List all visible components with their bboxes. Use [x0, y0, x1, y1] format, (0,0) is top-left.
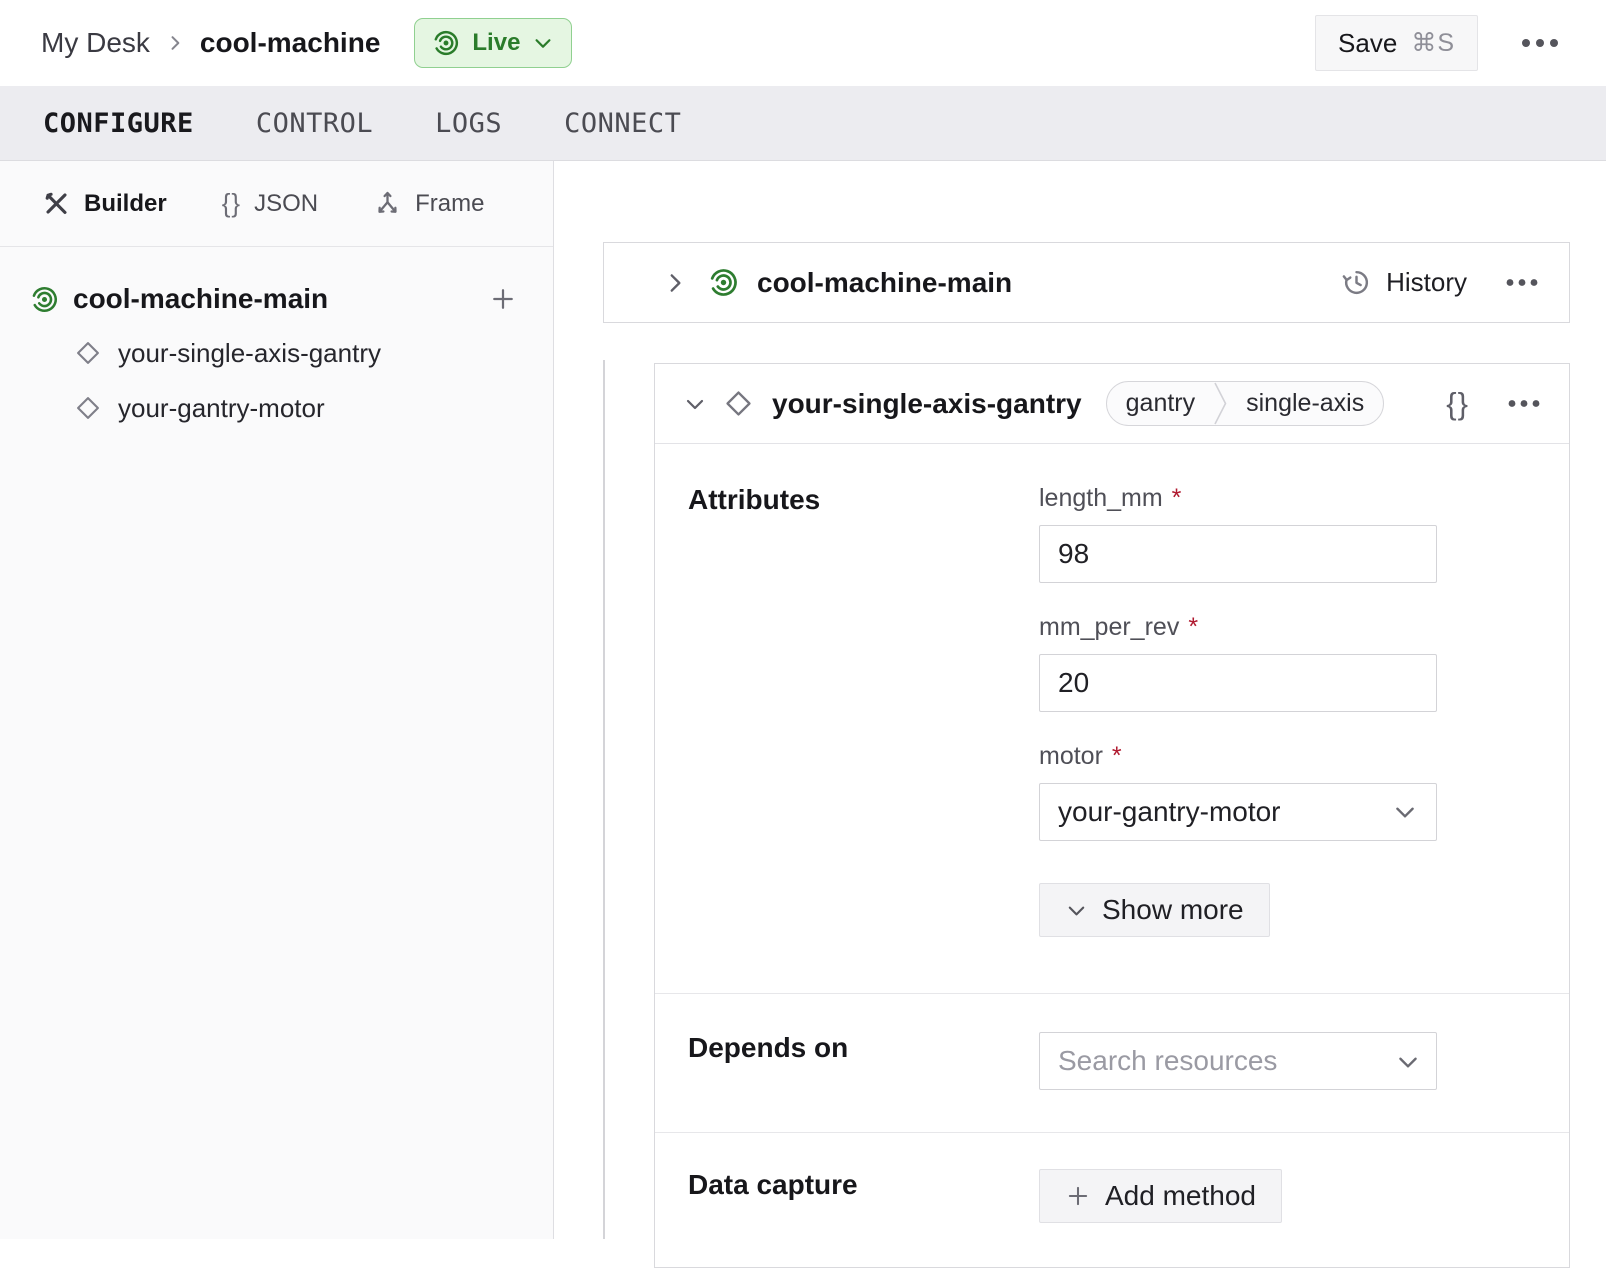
machine-part-card: cool-machine-main History: [603, 242, 1570, 323]
edit-json-button[interactable]: {}: [1440, 380, 1475, 428]
gantry-card-header: your-single-axis-gantry gantry single-ax…: [655, 364, 1569, 444]
depends-on-heading: Depends on: [655, 1032, 1039, 1090]
save-button-label: Save: [1338, 28, 1397, 59]
data-capture-heading: Data capture: [655, 1169, 1039, 1223]
gantry-card-menu-button[interactable]: [1501, 393, 1547, 414]
frame-axes-icon: [373, 189, 402, 218]
show-more-label: Show more: [1102, 894, 1244, 926]
history-button[interactable]: History: [1337, 263, 1471, 302]
braces-icon: {}: [222, 188, 241, 219]
main-nav-tabs: CONFIGURE CONTROL LOGS CONNECT: [0, 86, 1606, 161]
tools-icon: [42, 189, 71, 218]
required-marker: *: [1188, 613, 1198, 642]
breadcrumb-parent-link[interactable]: My Desk: [41, 27, 150, 59]
attributes-heading: Attributes: [655, 484, 1039, 937]
component-diamond-icon: [74, 394, 102, 422]
config-sidebar: Builder {} JSON Frame: [0, 161, 554, 1239]
gantry-card-actions: {}: [1440, 380, 1547, 428]
add-resource-button[interactable]: [483, 279, 523, 319]
chevron-down-icon: [1392, 799, 1418, 825]
tree-children: your-single-axis-gantry your-gantry-moto…: [30, 321, 523, 430]
history-clock-icon: [1341, 267, 1372, 298]
badge-type: gantry: [1107, 382, 1214, 425]
field-length-mm: length_mm *: [1039, 484, 1437, 583]
chevron-down-icon: [1065, 899, 1088, 922]
motor-select[interactable]: your-gantry-motor: [1039, 783, 1437, 841]
field-mm-per-rev: mm_per_rev *: [1039, 613, 1437, 712]
tree-item-machine[interactable]: cool-machine-main: [30, 277, 523, 321]
length-mm-input[interactable]: [1039, 525, 1437, 583]
tab-configure[interactable]: CONFIGURE: [43, 108, 194, 139]
plus-icon: [1065, 1183, 1091, 1209]
braces-icon: {}: [1446, 386, 1469, 421]
search-resources-input[interactable]: [1039, 1032, 1437, 1090]
component-diamond-icon: [723, 388, 754, 419]
collapse-card-button[interactable]: [683, 392, 707, 416]
expand-card-button[interactable]: [662, 270, 688, 296]
machine-status-label: Live: [472, 29, 520, 57]
view-tab-frame-label: Frame: [415, 190, 484, 218]
badge-divider-chevron: [1214, 382, 1227, 425]
view-tab-builder[interactable]: Builder: [42, 189, 167, 218]
header-actions: Save ⌘S: [1315, 15, 1566, 71]
gantry-resource-card: your-single-axis-gantry gantry single-ax…: [654, 363, 1570, 1268]
field-motor-label: motor: [1039, 742, 1103, 771]
live-broadcast-icon: [708, 267, 739, 298]
live-broadcast-icon: [432, 29, 460, 57]
view-tab-json-label: JSON: [254, 190, 318, 218]
component-diamond-icon: [74, 339, 102, 367]
breadcrumb-current: cool-machine: [200, 27, 380, 59]
depends-on-section: Depends on: [655, 993, 1569, 1132]
tree-item-machine-label: cool-machine-main: [73, 283, 328, 315]
data-capture-section: Data capture Add method: [655, 1132, 1569, 1267]
machine-part-title: cool-machine-main: [757, 267, 1012, 299]
resource-tree: cool-machine-main your-single-axis-gantr…: [0, 247, 553, 430]
badge-model: single-axis: [1227, 382, 1383, 425]
history-label: History: [1386, 267, 1467, 298]
tree-item-motor-label: your-gantry-motor: [118, 393, 325, 424]
header-overflow-menu-button[interactable]: [1514, 32, 1566, 54]
show-more-button[interactable]: Show more: [1039, 883, 1270, 937]
chevron-down-icon: [532, 32, 554, 54]
breadcrumb: My Desk cool-machine: [41, 27, 380, 59]
content-area: Builder {} JSON Frame: [0, 161, 1606, 1239]
field-length-mm-label: length_mm: [1039, 484, 1163, 513]
save-shortcut-hint: ⌘S: [1411, 28, 1455, 58]
required-marker: *: [1112, 742, 1122, 771]
view-tab-builder-label: Builder: [84, 190, 167, 218]
gantry-card-title: your-single-axis-gantry: [772, 388, 1082, 420]
save-button[interactable]: Save ⌘S: [1315, 15, 1478, 71]
config-main-panel: cool-machine-main History: [554, 161, 1606, 1239]
view-tab-frame[interactable]: Frame: [373, 189, 484, 218]
machine-status-dropdown[interactable]: Live: [414, 18, 572, 68]
nesting-connector-line: [603, 360, 605, 1239]
add-method-button[interactable]: Add method: [1039, 1169, 1282, 1223]
view-tab-json[interactable]: {} JSON: [222, 188, 318, 219]
machine-card-menu-button[interactable]: [1499, 272, 1545, 293]
tree-item-gantry-label: your-single-axis-gantry: [118, 338, 381, 369]
mm-per-rev-input[interactable]: [1039, 654, 1437, 712]
app-header: My Desk cool-machine Live Save ⌘S: [0, 0, 1606, 86]
tree-item-motor[interactable]: your-gantry-motor: [74, 386, 523, 430]
field-mm-per-rev-label: mm_per_rev: [1039, 613, 1179, 642]
config-view-switcher: Builder {} JSON Frame: [0, 161, 553, 247]
required-marker: *: [1172, 484, 1182, 513]
tab-logs[interactable]: LOGS: [435, 108, 502, 139]
tab-connect[interactable]: CONNECT: [564, 108, 681, 139]
chevron-right-icon: [165, 33, 185, 53]
add-method-label: Add method: [1105, 1180, 1256, 1212]
motor-select-value: your-gantry-motor: [1058, 796, 1281, 828]
resource-type-badge: gantry single-axis: [1106, 381, 1385, 426]
attributes-section: Attributes length_mm * mm_per_rev *: [655, 444, 1569, 993]
field-motor: motor * your-gantry-motor: [1039, 742, 1437, 841]
live-broadcast-icon: [30, 285, 59, 314]
tree-item-gantry[interactable]: your-single-axis-gantry: [74, 331, 523, 375]
depends-on-combobox: [1039, 1032, 1437, 1090]
tab-control[interactable]: CONTROL: [256, 108, 373, 139]
